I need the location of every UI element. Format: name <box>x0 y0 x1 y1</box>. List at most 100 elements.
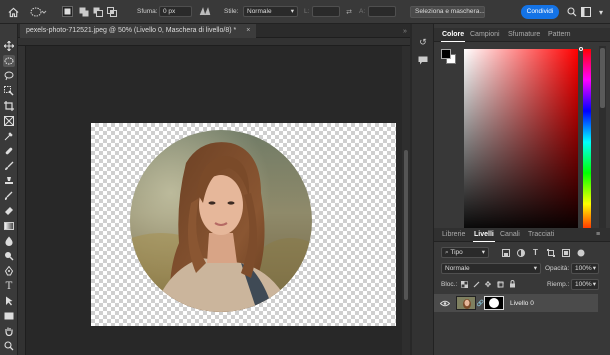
fill-input[interactable]: 100% ▾ <box>571 279 599 290</box>
history-icon[interactable]: ↺ <box>417 36 429 48</box>
layer-mask-thumbnail[interactable] <box>484 296 504 310</box>
style-label: Stile: <box>224 8 239 15</box>
home-icon[interactable] <box>6 5 20 19</box>
tab-patterns[interactable]: Pattern <box>544 28 575 42</box>
tab-swatches[interactable]: Campioni <box>466 28 504 42</box>
lock-position-icon[interactable]: ✥ <box>484 280 492 289</box>
opacity-input[interactable]: 100% ▾ <box>571 263 599 274</box>
tab-libraries[interactable]: Librerie <box>438 228 469 242</box>
hand-tool-icon[interactable] <box>3 325 15 337</box>
opacity-label: Opacità: <box>545 265 570 272</box>
hue-slider[interactable] <box>583 49 591 235</box>
share-button[interactable]: Condividi <box>521 5 559 19</box>
blend-mode-value: Normale <box>445 265 470 272</box>
tools-panel: T <box>0 24 18 355</box>
swap-icon[interactable]: ⇄ <box>344 6 354 17</box>
link-icon[interactable]: 🔗 <box>477 300 484 307</box>
anti-alias-icon[interactable] <box>198 6 212 17</box>
opacity-value: 100% <box>575 265 592 272</box>
chevron-down-icon: ▾ <box>481 249 485 256</box>
comments-icon[interactable] <box>417 54 429 66</box>
clone-stamp-tool-icon[interactable] <box>3 175 15 187</box>
style-value: Normale <box>247 8 272 15</box>
layers-panel-tabs: Librerie Livelli Canali Tracciati ≡ <box>434 228 610 242</box>
intersect-selection-icon[interactable] <box>106 6 117 17</box>
tab-gradients[interactable]: Sfumature <box>504 28 544 42</box>
blur-tool-icon[interactable] <box>3 235 15 247</box>
eraser-tool-icon[interactable] <box>3 205 15 217</box>
chevron-down-icon[interactable]: ▾ <box>595 6 607 18</box>
chevron-down-icon: ▾ <box>533 265 537 272</box>
vertical-scrollbar-thumb[interactable] <box>404 150 408 300</box>
healing-brush-tool-icon[interactable] <box>3 145 15 157</box>
close-icon[interactable]: × <box>246 27 250 34</box>
filter-type-icon[interactable]: T <box>531 248 540 257</box>
tab-color[interactable]: Colore <box>438 28 468 42</box>
lock-transparent-icon[interactable] <box>460 280 468 288</box>
foreground-color-swatch[interactable] <box>441 49 451 59</box>
frame-tool-icon[interactable] <box>3 115 15 127</box>
lock-label: Bloc.: <box>441 281 458 288</box>
ruler-left <box>18 46 26 355</box>
path-selection-tool-icon[interactable] <box>3 295 15 307</box>
color-panel-tabs: Colore Campioni Sfumature Pattern <box>434 28 610 42</box>
select-and-mask-button[interactable]: Seleziona e maschera... <box>410 6 485 18</box>
document-tab-title: pexels-photo-712521.jpeg @ 50% (Livello … <box>26 27 237 34</box>
options-bar: Sfuma: 0 px Stile: Normale ▾ L: ⇄ A: Sel… <box>0 0 610 24</box>
crop-tool-icon[interactable] <box>3 100 15 112</box>
layer-thumbnail[interactable] <box>456 296 476 310</box>
document-canvas[interactable] <box>91 123 396 326</box>
zoom-tool-icon[interactable] <box>3 340 15 352</box>
workspace-icon[interactable] <box>580 6 592 18</box>
layer-filter-select[interactable]: ⌕ Tipo ▾ <box>441 247 489 258</box>
filter-adjustment-icon[interactable] <box>516 248 525 257</box>
eyedropper-tool-icon[interactable] <box>3 130 15 142</box>
layer-filter-value: Tipo <box>450 249 463 256</box>
width-label: L: <box>304 8 310 15</box>
document-tab[interactable]: pexels-photo-712521.jpeg @ 50% (Livello … <box>20 24 257 38</box>
feather-label: Sfuma: <box>137 8 158 15</box>
fill-label: Riemp.: <box>547 281 570 288</box>
color-panel-scrollbar-thumb[interactable] <box>600 48 605 108</box>
tab-paths[interactable]: Tracciati <box>524 228 558 242</box>
subtract-selection-icon[interactable] <box>92 6 103 17</box>
document-tab-bar: pexels-photo-712521.jpeg @ 50% (Livello … <box>18 24 410 38</box>
tab-overflow-icon[interactable]: » <box>402 27 408 35</box>
elliptical-marquee-tool-icon[interactable] <box>3 55 15 67</box>
height-input[interactable] <box>368 6 396 17</box>
add-selection-icon[interactable] <box>78 6 89 17</box>
panel-menu-icon[interactable]: ≡ <box>592 228 604 242</box>
gradient-tool-icon[interactable] <box>3 220 15 232</box>
width-input[interactable] <box>312 6 340 17</box>
feather-input[interactable]: 0 px <box>159 6 192 17</box>
filter-pixel-icon[interactable] <box>501 248 510 257</box>
filter-shape-icon[interactable] <box>546 248 555 257</box>
rectangle-tool-icon[interactable] <box>3 310 15 322</box>
height-label: A: <box>359 8 366 15</box>
object-selection-tool-icon[interactable] <box>3 85 15 97</box>
new-selection-icon[interactable] <box>62 6 73 17</box>
pen-tool-icon[interactable] <box>3 265 15 277</box>
lasso-tool-icon[interactable] <box>3 70 15 82</box>
search-icon[interactable] <box>566 6 578 18</box>
tab-layers[interactable]: Livelli <box>470 228 498 242</box>
brush-tool-icon[interactable] <box>3 160 15 172</box>
lock-artboard-icon[interactable] <box>496 280 504 288</box>
type-tool-icon[interactable]: T <box>3 280 15 292</box>
filter-toggle-icon[interactable] <box>576 248 585 257</box>
tab-channels[interactable]: Canali <box>496 228 524 242</box>
history-brush-tool-icon[interactable] <box>3 190 15 202</box>
collapsed-panels: ↺ <box>412 24 434 355</box>
elliptical-marquee-preset-icon[interactable] <box>28 5 48 19</box>
layer-row[interactable]: 🔗 Livello 0 <box>434 294 598 312</box>
blend-mode-select[interactable]: Normale ▾ <box>441 263 541 274</box>
dodge-tool-icon[interactable] <box>3 250 15 262</box>
eye-icon[interactable] <box>440 298 450 308</box>
filter-smart-object-icon[interactable] <box>561 248 570 257</box>
lock-all-icon[interactable] <box>508 280 516 288</box>
move-tool-icon[interactable] <box>3 40 15 52</box>
style-select[interactable]: Normale ▾ <box>243 6 298 17</box>
lock-pixels-icon[interactable] <box>472 280 480 288</box>
color-field[interactable] <box>464 49 578 235</box>
ruler-top <box>18 38 410 46</box>
